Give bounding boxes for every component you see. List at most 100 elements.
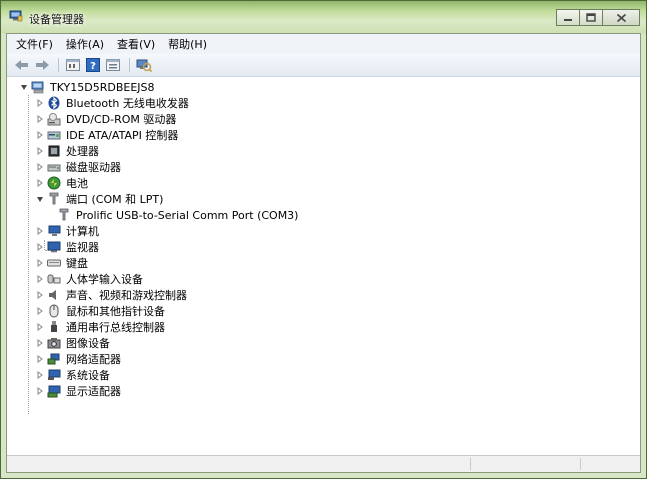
- tree-item-label: 端口 (COM 和 LPT): [66, 193, 164, 206]
- menu-help[interactable]: 帮助(H): [167, 34, 208, 54]
- tree-item-imaging[interactable]: 图像设备: [35, 335, 110, 351]
- caption-buttons: [556, 9, 640, 26]
- tree-item-display-adapters[interactable]: 显示适配器: [35, 383, 121, 399]
- tree-item-label: 显示适配器: [66, 385, 121, 398]
- minimize-button[interactable]: [556, 9, 580, 26]
- usb-icon: [47, 320, 61, 334]
- processor-icon: [47, 144, 61, 158]
- minimize-icon: [564, 18, 572, 21]
- expand-arrow-icon[interactable]: [35, 275, 44, 284]
- expand-arrow-icon[interactable]: [35, 115, 44, 124]
- tree-item-ports[interactable]: 端口 (COM 和 LPT): [19, 191, 163, 207]
- help-button[interactable]: ?: [84, 57, 102, 73]
- close-button[interactable]: [602, 9, 640, 26]
- tree-item-label: 网络适配器: [66, 353, 121, 366]
- forward-icon: [36, 60, 49, 70]
- computer-icon: [31, 80, 45, 94]
- device-manager-icon: [9, 10, 23, 22]
- properties-button[interactable]: [64, 57, 82, 73]
- expand-arrow-icon[interactable]: [35, 387, 44, 396]
- maximize-button[interactable]: [579, 9, 603, 26]
- tree-item-system-devices[interactable]: 系统设备: [35, 367, 110, 383]
- expand-arrow-icon[interactable]: [35, 227, 44, 236]
- menu-action[interactable]: 操作(A): [65, 34, 105, 54]
- tree-item-dvd-cd-rom[interactable]: DVD/CD-ROM 驱动器: [35, 111, 176, 127]
- imaging-icon: [47, 336, 61, 350]
- expand-arrow-icon[interactable]: [35, 291, 44, 300]
- tree-item-label: 磁盘驱动器: [66, 161, 121, 174]
- expand-arrow-icon[interactable]: [35, 307, 44, 316]
- menu-file[interactable]: 文件(F): [15, 34, 54, 54]
- sound-icon: [47, 288, 61, 302]
- tree-child-prolific-port[interactable]: Prolific USB-to-Serial Comm Port (COM3): [57, 207, 298, 223]
- scan-hardware-button[interactable]: [135, 57, 153, 73]
- collapse-arrow-icon[interactable]: [35, 195, 44, 204]
- tree-item-battery[interactable]: 电池: [35, 175, 88, 191]
- tree-item-label: 鼠标和其他指针设备: [66, 305, 165, 318]
- back-button[interactable]: [13, 57, 31, 73]
- toolbar-separator: [129, 58, 130, 72]
- battery-icon: [47, 176, 61, 190]
- window-title: 设备管理器: [29, 13, 84, 26]
- expand-arrow-icon[interactable]: [35, 259, 44, 268]
- expand-arrow-icon[interactable]: [35, 179, 44, 188]
- display-adapter-icon: [47, 384, 61, 398]
- expand-arrow-icon[interactable]: [35, 243, 44, 252]
- properties-icon: [66, 59, 80, 71]
- tree-item-label: 处理器: [66, 145, 99, 158]
- expand-arrow-icon[interactable]: [35, 339, 44, 348]
- tree-item-sound[interactable]: 声音、视频和游戏控制器: [35, 287, 187, 303]
- scan-hardware-icon: [136, 59, 152, 72]
- tree-item-monitor[interactable]: 监视器: [35, 239, 99, 255]
- tree-item-hid[interactable]: 人体学输入设备: [35, 271, 143, 287]
- tree-item-mouse[interactable]: 鼠标和其他指针设备: [35, 303, 165, 319]
- device-tree[interactable]: TKY15D5RDBEEJS8 Bluetooth 无线电收发器 DVD/CD-…: [7, 77, 640, 456]
- tree-item-label: 人体学输入设备: [66, 273, 143, 286]
- tree-item-processor[interactable]: 处理器: [35, 143, 99, 159]
- bluetooth-icon: [47, 96, 61, 110]
- device-manager-window: 设备管理器 文件(F) 操作(A) 查看(V) 帮助(H) ? TKY15D5R…: [0, 0, 647, 479]
- tree-item-label: 键盘: [66, 257, 88, 270]
- keyboard-icon: [47, 256, 61, 270]
- monitor-icon: [47, 240, 61, 254]
- tree-item-disk-drive[interactable]: 磁盘驱动器: [35, 159, 121, 175]
- close-icon: [616, 13, 626, 22]
- network-icon: [47, 352, 61, 366]
- expand-arrow-icon[interactable]: [35, 131, 44, 140]
- tree-item-network[interactable]: 网络适配器: [35, 351, 121, 367]
- menu-view[interactable]: 查看(V): [116, 34, 156, 54]
- expand-arrow-icon[interactable]: [35, 371, 44, 380]
- port-icon: [57, 208, 71, 222]
- tree-item-ide-controller[interactable]: IDE ATA/ATAPI 控制器: [35, 127, 178, 143]
- tree-item-label: 计算机: [66, 225, 99, 238]
- tree-item-usb[interactable]: 通用串行总线控制器: [35, 319, 165, 335]
- tree-item-computer[interactable]: 计算机: [35, 223, 99, 239]
- tree-item-label: 电池: [66, 177, 88, 190]
- tree-root[interactable]: TKY15D5RDBEEJS8: [19, 79, 155, 95]
- tree-guide-line: [28, 95, 29, 414]
- port-icon: [47, 192, 61, 206]
- hid-icon: [47, 272, 61, 286]
- toolbar: ?: [7, 54, 640, 77]
- svg-text:?: ?: [90, 61, 96, 72]
- expand-arrow-icon[interactable]: [35, 355, 44, 364]
- expand-arrow-icon[interactable]: [35, 323, 44, 332]
- expand-arrow-icon[interactable]: [35, 99, 44, 108]
- collapse-arrow-icon[interactable]: [19, 83, 28, 92]
- tree-item-label: Bluetooth 无线电收发器: [66, 97, 189, 110]
- tree-item-label: DVD/CD-ROM 驱动器: [66, 113, 177, 126]
- expand-arrow-icon[interactable]: [35, 163, 44, 172]
- tree-item-bluetooth[interactable]: Bluetooth 无线电收发器: [35, 95, 189, 111]
- dvd-drive-icon: [47, 112, 61, 126]
- ide-controller-icon: [47, 128, 61, 142]
- status-pane-divider: [470, 458, 471, 470]
- forward-button[interactable]: [33, 57, 51, 73]
- view-button[interactable]: [104, 57, 122, 73]
- title-bar[interactable]: 设备管理器: [1, 1, 646, 33]
- expand-arrow-icon[interactable]: [35, 147, 44, 156]
- back-icon: [15, 60, 28, 70]
- tree-item-label: 声音、视频和游戏控制器: [66, 289, 187, 302]
- tree-item-label: IDE ATA/ATAPI 控制器: [66, 129, 179, 142]
- tree-root-label: TKY15D5RDBEEJS8: [50, 80, 155, 94]
- tree-item-keyboard[interactable]: 键盘: [35, 255, 88, 271]
